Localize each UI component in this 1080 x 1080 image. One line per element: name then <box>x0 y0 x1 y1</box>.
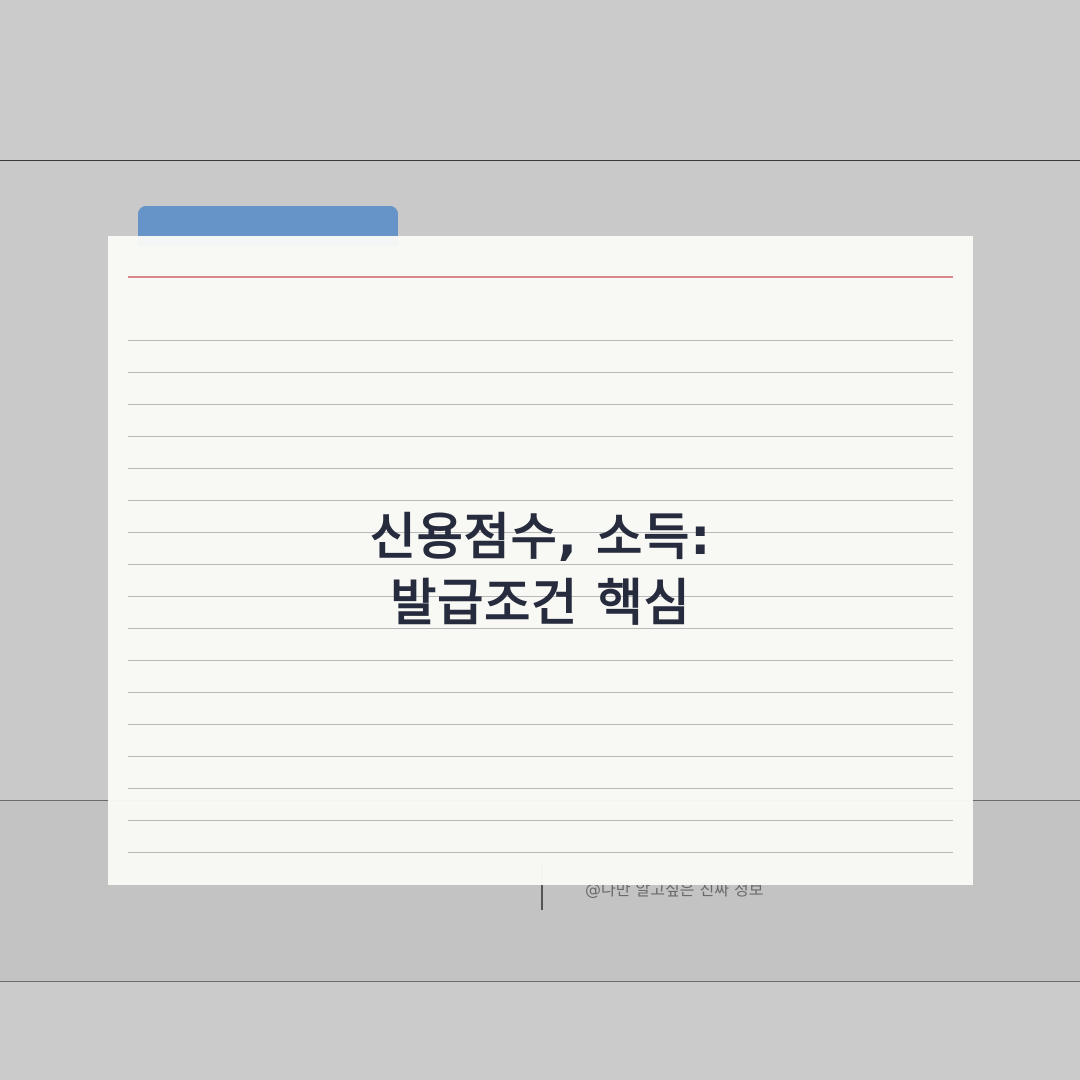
paper-margin-line <box>128 276 953 278</box>
title-block: 신용점수, 소득: 발급조건 핵심 <box>108 504 973 636</box>
thumbnail-canvas: @나만 알고싶은 진짜 정보 신용점수, 소득: 발급조건 핵심 <box>0 0 1080 1080</box>
title-line-2: 발급조건 핵심 <box>390 574 691 632</box>
bottom-divider <box>0 981 1080 982</box>
title-line-1: 신용점수, 소득: <box>369 508 712 566</box>
note-paper: 신용점수, 소득: 발급조건 핵심 <box>108 236 973 885</box>
